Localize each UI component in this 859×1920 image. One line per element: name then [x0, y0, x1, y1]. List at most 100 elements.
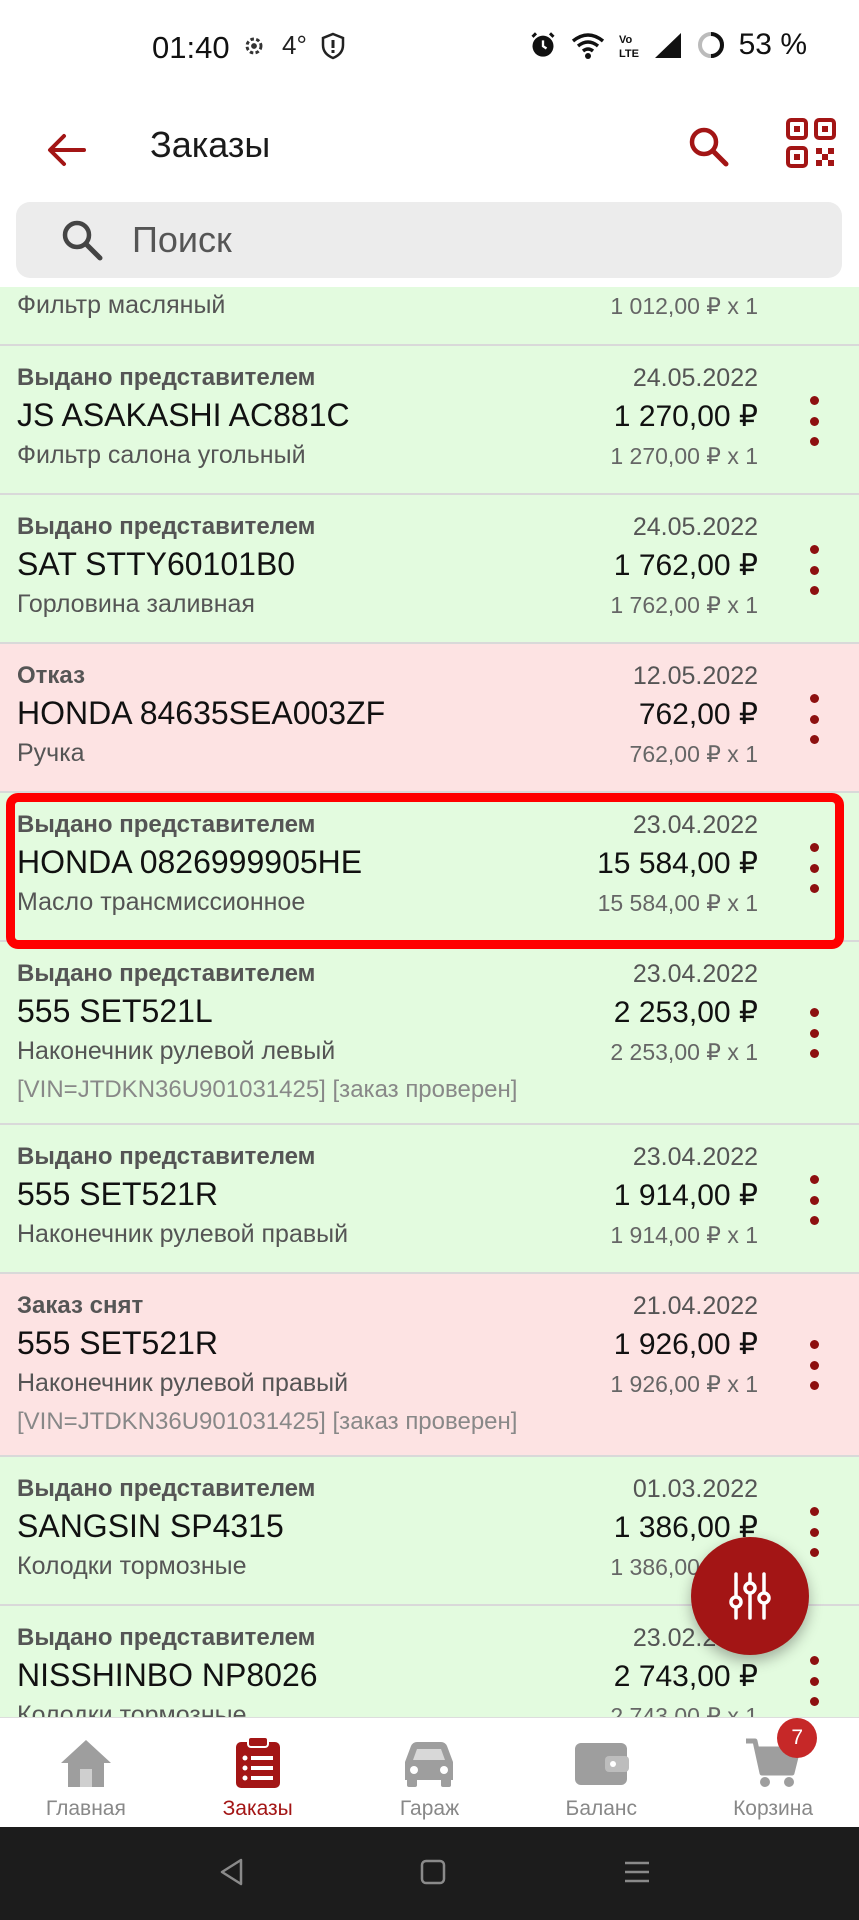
system-recents-button[interactable]	[612, 1847, 662, 1897]
order-status: Выдано представителем	[17, 1624, 316, 1651]
search-icon	[689, 127, 729, 167]
order-status: Выдано представителем	[17, 364, 316, 391]
order-date: 01.03.2022	[632, 1475, 758, 1503]
nav-item-cart[interactable]: Корзина 7	[687, 1718, 859, 1828]
shield-icon	[321, 32, 345, 59]
more-menu-button[interactable]	[799, 545, 829, 595]
search-input[interactable]	[132, 202, 812, 278]
orders-list[interactable]: Фильтр масляный 1 012,00 ₽ x 1 Выдано пр…	[0, 287, 859, 1717]
order-item[interactable]: Выдано представителем 23.04.2022 555 SET…	[0, 942, 859, 1125]
more-menu-button[interactable]	[799, 694, 829, 744]
more-menu-button[interactable]	[799, 843, 829, 893]
filter-fab-button[interactable]	[691, 1537, 809, 1655]
wallet-icon	[575, 1743, 630, 1785]
order-item[interactable]: Выдано представителем 24.05.2022 SAT STT…	[0, 495, 859, 644]
order-status: Выдано представителем	[17, 960, 316, 987]
order-article: JS ASAKASHI AC881C	[17, 397, 350, 433]
alarm-icon	[531, 32, 555, 57]
order-item[interactable]: Заказ снят 21.04.2022 555 SET521R 1 926,…	[0, 1274, 859, 1457]
car-icon	[405, 1742, 454, 1787]
order-name: Колодки тормозные	[17, 1701, 247, 1717]
cart-badge: 7	[777, 1718, 818, 1758]
order-note: [VIN=JTDKN36U901031425] [заказ проверен]	[17, 1076, 518, 1103]
more-menu-button[interactable]	[799, 1008, 829, 1058]
order-price: 762,00 ₽	[638, 698, 758, 731]
order-status: Выдано представителем	[17, 811, 316, 838]
order-status: Выдано представителем	[17, 513, 316, 540]
order-price: 1 914,00 ₽	[613, 1179, 758, 1212]
nav-item-home[interactable]: Главная	[0, 1718, 172, 1828]
order-article: 555 SET521R	[17, 1176, 219, 1212]
order-qty: 762,00 ₽ x 1	[629, 741, 758, 767]
status-right-icons: Vo LTE 53 %	[529, 28, 807, 62]
volte-icon: Vo LTE	[619, 34, 639, 59]
arrow-back-icon	[48, 134, 86, 166]
system-home-button[interactable]	[408, 1847, 458, 1897]
order-note: [VIN=JTDKN36U901031425] [заказ проверен]	[17, 1408, 518, 1435]
more-menu-button[interactable]	[799, 1656, 829, 1706]
wifi-icon	[571, 33, 604, 59]
status-temperature: 4°	[282, 30, 307, 60]
status-left-icons: 4°	[240, 30, 345, 61]
order-name: Фильтр масляный	[17, 291, 226, 319]
nav-label: Гараж	[399, 1797, 460, 1820]
order-date: 21.04.2022	[632, 1292, 758, 1320]
qr-scan-button[interactable]	[776, 108, 846, 178]
square-home-icon	[420, 1859, 446, 1885]
order-qty: 2 743,00 ₽ x 1	[610, 1703, 758, 1717]
order-price: 2 743,00 ₽	[613, 1660, 758, 1693]
qr-code-icon	[786, 118, 836, 168]
bottom-navigation: Главная Заказы Гараж Баланс Корзина 7	[0, 1717, 859, 1828]
page-title: Заказы	[150, 124, 271, 165]
order-price: 1 762,00 ₽	[613, 549, 758, 582]
order-item[interactable]: Выдано представителем 23.04.2022 555 SET…	[0, 1125, 859, 1274]
order-status: Заказ снят	[17, 1292, 144, 1319]
svg-text:Vo: Vo	[619, 34, 633, 46]
more-menu-button[interactable]	[799, 396, 829, 446]
system-back-button[interactable]	[207, 1847, 257, 1897]
back-button[interactable]	[34, 118, 98, 182]
order-status: Выдано представителем	[17, 1475, 316, 1502]
order-name: Колодки тормозные	[17, 1552, 247, 1580]
order-qty: 1 914,00 ₽ x 1	[610, 1222, 758, 1248]
order-article: HONDA 0826999905HE	[17, 844, 363, 880]
order-name: Масло трансмиссионное	[17, 888, 306, 916]
order-name: Горловина заливная	[17, 590, 255, 618]
order-item[interactable]: Выдано представителем 24.05.2022 JS ASAK…	[0, 346, 859, 495]
nav-label: Баланс	[565, 1797, 638, 1820]
order-name: Наконечник рулевой правый	[17, 1369, 349, 1397]
order-name: Наконечник рулевой правый	[17, 1220, 349, 1248]
order-item[interactable]: Выдано представителем 23.04.2022 HONDA 0…	[0, 793, 859, 942]
order-date: 24.05.2022	[632, 513, 758, 541]
nav-label: Заказы	[222, 1797, 293, 1820]
nav-item-balance[interactable]: Баланс	[515, 1718, 687, 1828]
order-date: 12.05.2022	[632, 662, 758, 690]
status-bar: 01:40 4° Vo LTE 53 %	[0, 0, 859, 100]
search-icon	[62, 220, 103, 261]
order-article: SANGSIN SP4315	[17, 1508, 284, 1544]
nav-item-orders[interactable]: Заказы	[172, 1718, 344, 1828]
order-date: 23.04.2022	[632, 811, 758, 839]
order-item[interactable]: Отказ 12.05.2022 HONDA 84635SEA003ZF 762…	[0, 644, 859, 793]
order-qty: 1 012,00 ₽ x 1	[610, 293, 758, 319]
triangle-back-icon	[220, 1858, 243, 1886]
order-price: 1 926,00 ₽	[613, 1328, 758, 1361]
nav-item-garage[interactable]: Гараж	[344, 1718, 516, 1828]
order-qty: 15 584,00 ₽ x 1	[597, 890, 758, 916]
order-article: SAT STTY60101B0	[17, 546, 296, 582]
more-menu-button[interactable]	[799, 1175, 829, 1225]
order-status: Отказ	[17, 662, 86, 689]
signal-icon	[654, 33, 681, 58]
order-price: 2 253,00 ₽	[613, 996, 758, 1029]
search-button[interactable]	[676, 114, 740, 178]
order-article: 555 SET521L	[17, 993, 213, 1029]
order-date: 23.04.2022	[632, 960, 758, 988]
more-menu-button[interactable]	[799, 1340, 829, 1390]
more-menu-button[interactable]	[799, 1507, 829, 1557]
menu-lines-icon	[625, 1861, 649, 1883]
filter-sliders-icon	[729, 1572, 771, 1620]
system-nav-bar	[0, 1827, 859, 1920]
order-item[interactable]: Фильтр масляный 1 012,00 ₽ x 1	[0, 287, 859, 346]
order-name: Наконечник рулевой левый	[17, 1037, 336, 1065]
order-name: Фильтр салона угольный	[17, 441, 306, 469]
